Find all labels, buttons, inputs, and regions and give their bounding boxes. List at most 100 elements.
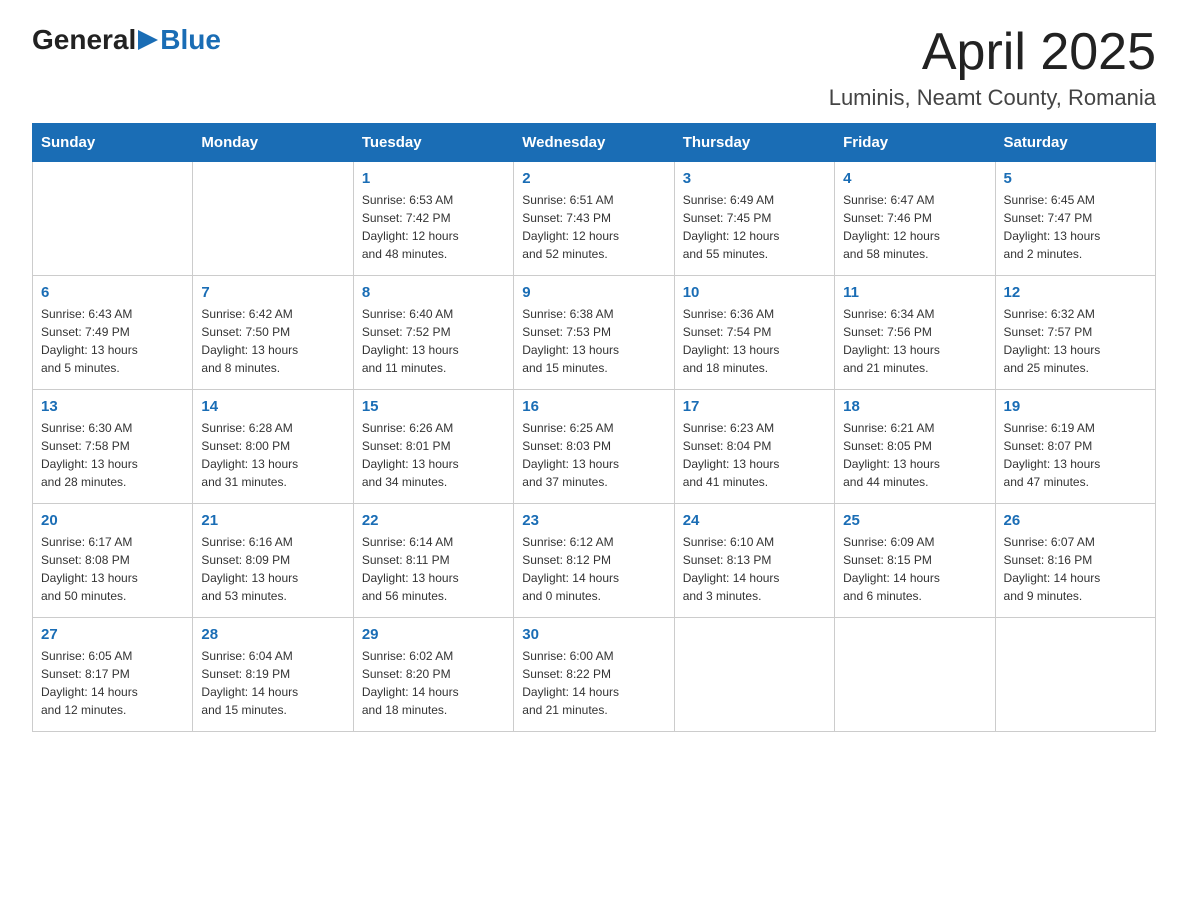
calendar-cell: 17 Sunrise: 6:23 AM Sunset: 8:04 PM Dayli… (674, 390, 834, 504)
day-number: 16 (522, 398, 665, 415)
day-number: 24 (683, 512, 826, 529)
day-info: Sunrise: 6:23 AM Sunset: 8:04 PM Dayligh… (683, 419, 826, 491)
calendar-cell: 24Sunrise: 6:10 AM Sunset: 8:13 PM Dayli… (674, 504, 834, 618)
weekday-header-friday: Friday (835, 124, 995, 162)
logo-blue: Blue (160, 24, 221, 56)
day-info: Sunrise: 6:17 AM Sunset: 8:08 PM Dayligh… (41, 533, 184, 605)
day-info: Sunrise: 6:28 AM Sunset: 8:00 PM Dayligh… (201, 419, 344, 491)
day-info: Sunrise: 6:16 AM Sunset: 8:09 PM Dayligh… (201, 533, 344, 605)
weekday-header-thursday: Thursday (674, 124, 834, 162)
day-number: 12 (1004, 284, 1147, 301)
day-info: Sunrise: 6:53 AM Sunset: 7:42 PM Dayligh… (362, 191, 505, 263)
weekday-header-saturday: Saturday (995, 124, 1155, 162)
day-number: 8 (362, 284, 505, 301)
day-number: 28 (201, 626, 344, 643)
day-number: 30 (522, 626, 665, 643)
logo: General Blue (32, 24, 221, 56)
week-row-1: 1 Sunrise: 6:53 AM Sunset: 7:42 PM Daylig… (33, 162, 1156, 276)
calendar-cell: 29Sunrise: 6:02 AM Sunset: 8:20 PM Dayli… (353, 618, 513, 732)
calendar-cell: 15 Sunrise: 6:26 AM Sunset: 8:01 PM Dayli… (353, 390, 513, 504)
day-info: Sunrise: 6:40 AM Sunset: 7:52 PM Dayligh… (362, 305, 505, 377)
day-number: 15 (362, 398, 505, 415)
calendar-cell (674, 618, 834, 732)
week-row-2: 6 Sunrise: 6:43 AM Sunset: 7:49 PM Daylig… (33, 276, 1156, 390)
calendar-cell: 12 Sunrise: 6:32 AM Sunset: 7:57 PM Dayli… (995, 276, 1155, 390)
calendar-cell: 27 Sunrise: 6:05 AM Sunset: 8:17 PM Dayli… (33, 618, 193, 732)
day-info: Sunrise: 6:05 AM Sunset: 8:17 PM Dayligh… (41, 647, 184, 719)
day-number: 29 (362, 626, 505, 643)
day-info: Sunrise: 6:47 AM Sunset: 7:46 PM Dayligh… (843, 191, 986, 263)
day-number: 18 (843, 398, 986, 415)
calendar-cell: 19 Sunrise: 6:19 AM Sunset: 8:07 PM Dayli… (995, 390, 1155, 504)
day-info: Sunrise: 6:26 AM Sunset: 8:01 PM Dayligh… (362, 419, 505, 491)
calendar-cell: 20 Sunrise: 6:17 AM Sunset: 8:08 PM Dayli… (33, 504, 193, 618)
day-number: 11 (843, 284, 986, 301)
day-info: Sunrise: 6:34 AM Sunset: 7:56 PM Dayligh… (843, 305, 986, 377)
calendar-cell (193, 162, 353, 276)
day-number: 19 (1004, 398, 1147, 415)
weekday-header-row: SundayMondayTuesdayWednesdayThursdayFrid… (33, 124, 1156, 162)
day-number: 1 (362, 170, 505, 187)
day-info: Sunrise: 6:43 AM Sunset: 7:49 PM Dayligh… (41, 305, 184, 377)
calendar-cell: 16 Sunrise: 6:25 AM Sunset: 8:03 PM Dayli… (514, 390, 674, 504)
weekday-header-sunday: Sunday (33, 124, 193, 162)
calendar-cell: 18 Sunrise: 6:21 AM Sunset: 8:05 PM Dayli… (835, 390, 995, 504)
calendar-cell: 8 Sunrise: 6:40 AM Sunset: 7:52 PM Daylig… (353, 276, 513, 390)
calendar-cell: 28Sunrise: 6:04 AM Sunset: 8:19 PM Dayli… (193, 618, 353, 732)
day-number: 2 (522, 170, 665, 187)
day-info: Sunrise: 6:38 AM Sunset: 7:53 PM Dayligh… (522, 305, 665, 377)
calendar-cell: 2Sunrise: 6:51 AM Sunset: 7:43 PM Daylig… (514, 162, 674, 276)
calendar-cell (835, 618, 995, 732)
day-info: Sunrise: 6:21 AM Sunset: 8:05 PM Dayligh… (843, 419, 986, 491)
week-row-4: 20 Sunrise: 6:17 AM Sunset: 8:08 PM Dayli… (33, 504, 1156, 618)
calendar-cell: 22Sunrise: 6:14 AM Sunset: 8:11 PM Dayli… (353, 504, 513, 618)
day-number: 27 (41, 626, 184, 643)
calendar-cell (33, 162, 193, 276)
day-info: Sunrise: 6:19 AM Sunset: 8:07 PM Dayligh… (1004, 419, 1147, 491)
day-info: Sunrise: 6:00 AM Sunset: 8:22 PM Dayligh… (522, 647, 665, 719)
calendar-cell: 9 Sunrise: 6:38 AM Sunset: 7:53 PM Daylig… (514, 276, 674, 390)
calendar-cell: 4 Sunrise: 6:47 AM Sunset: 7:46 PM Daylig… (835, 162, 995, 276)
day-number: 26 (1004, 512, 1147, 529)
calendar-cell: 1 Sunrise: 6:53 AM Sunset: 7:42 PM Daylig… (353, 162, 513, 276)
calendar-cell: 5 Sunrise: 6:45 AM Sunset: 7:47 PM Daylig… (995, 162, 1155, 276)
day-info: Sunrise: 6:36 AM Sunset: 7:54 PM Dayligh… (683, 305, 826, 377)
calendar-cell (995, 618, 1155, 732)
week-row-5: 27 Sunrise: 6:05 AM Sunset: 8:17 PM Dayli… (33, 618, 1156, 732)
day-number: 13 (41, 398, 184, 415)
title-block: April 2025 Luminis, Neamt County, Romani… (829, 24, 1156, 111)
calendar-cell: 30 Sunrise: 6:00 AM Sunset: 8:22 PM Dayli… (514, 618, 674, 732)
day-info: Sunrise: 6:14 AM Sunset: 8:11 PM Dayligh… (362, 533, 505, 605)
day-number: 6 (41, 284, 184, 301)
page-header: General Blue April 2025 Luminis, Neamt C… (32, 24, 1156, 111)
day-number: 14 (201, 398, 344, 415)
logo-arrow-icon (138, 26, 160, 54)
day-number: 10 (683, 284, 826, 301)
logo-general: General (32, 24, 136, 56)
day-number: 17 (683, 398, 826, 415)
day-number: 5 (1004, 170, 1147, 187)
day-number: 21 (201, 512, 344, 529)
day-number: 7 (201, 284, 344, 301)
location-title: Luminis, Neamt County, Romania (829, 85, 1156, 111)
day-info: Sunrise: 6:30 AM Sunset: 7:58 PM Dayligh… (41, 419, 184, 491)
day-number: 20 (41, 512, 184, 529)
calendar-cell: 21 Sunrise: 6:16 AM Sunset: 8:09 PM Dayli… (193, 504, 353, 618)
day-number: 9 (522, 284, 665, 301)
calendar-table: SundayMondayTuesdayWednesdayThursdayFrid… (32, 123, 1156, 732)
calendar-cell: 7Sunrise: 6:42 AM Sunset: 7:50 PM Daylig… (193, 276, 353, 390)
day-number: 25 (843, 512, 986, 529)
day-info: Sunrise: 6:32 AM Sunset: 7:57 PM Dayligh… (1004, 305, 1147, 377)
calendar-cell: 10 Sunrise: 6:36 AM Sunset: 7:54 PM Dayli… (674, 276, 834, 390)
day-number: 4 (843, 170, 986, 187)
day-info: Sunrise: 6:25 AM Sunset: 8:03 PM Dayligh… (522, 419, 665, 491)
weekday-header-wednesday: Wednesday (514, 124, 674, 162)
calendar-cell: 23Sunrise: 6:12 AM Sunset: 8:12 PM Dayli… (514, 504, 674, 618)
calendar-cell: 6 Sunrise: 6:43 AM Sunset: 7:49 PM Daylig… (33, 276, 193, 390)
calendar-cell: 11 Sunrise: 6:34 AM Sunset: 7:56 PM Dayli… (835, 276, 995, 390)
day-info: Sunrise: 6:07 AM Sunset: 8:16 PM Dayligh… (1004, 533, 1147, 605)
month-title: April 2025 (829, 24, 1156, 81)
day-info: Sunrise: 6:45 AM Sunset: 7:47 PM Dayligh… (1004, 191, 1147, 263)
calendar-cell: 25Sunrise: 6:09 AM Sunset: 8:15 PM Dayli… (835, 504, 995, 618)
week-row-3: 13 Sunrise: 6:30 AM Sunset: 7:58 PM Dayli… (33, 390, 1156, 504)
